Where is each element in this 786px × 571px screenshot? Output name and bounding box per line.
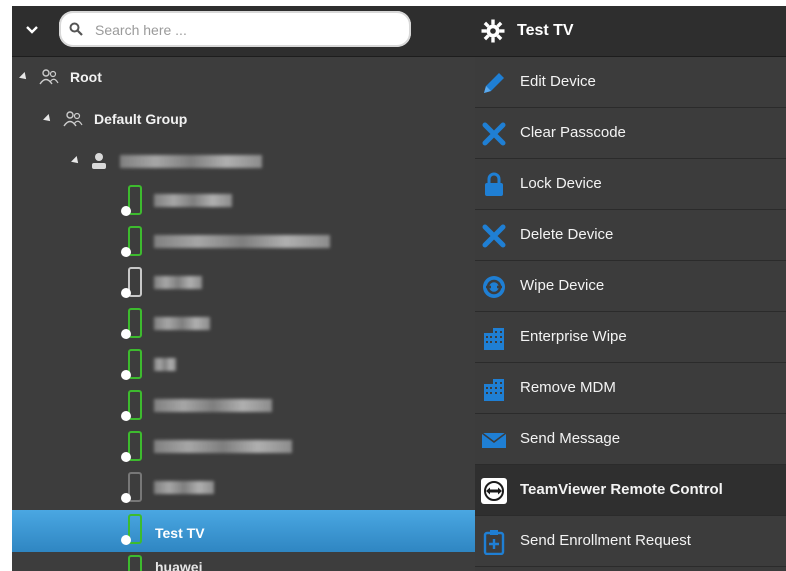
search-input[interactable] xyxy=(93,19,397,41)
group-icon xyxy=(63,111,83,127)
mdm-window: Root Default Group xyxy=(0,0,786,571)
action-label: Send Enrollment Request xyxy=(520,532,691,549)
wipe-icon xyxy=(483,276,505,298)
x-icon xyxy=(482,224,506,248)
device-row[interactable] xyxy=(120,266,360,306)
envelope-icon xyxy=(481,432,507,448)
action-label: Enterprise Wipe xyxy=(520,328,627,345)
action-label: Delete Device xyxy=(520,226,614,243)
actions-header: Test TV xyxy=(475,6,786,57)
android-device-icon xyxy=(121,349,142,380)
android-device-icon xyxy=(121,390,142,421)
teamviewer-remote-control-button[interactable]: TeamViewer Remote Control xyxy=(475,465,786,516)
device-icon xyxy=(121,267,142,298)
redacted-device-name xyxy=(154,235,330,248)
action-label: Edit Device xyxy=(520,73,596,90)
tree-label-root: Root xyxy=(70,69,102,85)
expand-triangle-icon[interactable] xyxy=(43,114,53,124)
panel-title: Test TV xyxy=(517,22,574,39)
action-label: Remove MDM xyxy=(520,379,616,396)
lock-device-button[interactable]: Lock Device xyxy=(475,159,786,210)
device-row-selected[interactable]: Test TV xyxy=(12,510,475,552)
search-box[interactable] xyxy=(59,11,411,47)
android-device-icon xyxy=(121,308,142,339)
redacted-device-name xyxy=(154,440,292,453)
redacted-device-name xyxy=(154,358,176,371)
enterprise-wipe-button[interactable]: Enterprise Wipe xyxy=(475,312,786,363)
tree-node-default-group[interactable]: Default Group xyxy=(43,105,188,133)
tree-toolbar xyxy=(12,6,475,57)
tree-label-default-group: Default Group xyxy=(94,111,188,127)
device-row[interactable] xyxy=(120,348,360,388)
device-row[interactable] xyxy=(120,389,360,429)
building-icon xyxy=(484,328,504,350)
redacted-device-name xyxy=(154,317,210,330)
delete-device-button[interactable]: Delete Device xyxy=(475,210,786,261)
redacted-device-name xyxy=(154,194,232,207)
tree-node-root[interactable]: Root xyxy=(19,63,102,91)
action-label: TeamViewer Remote Control xyxy=(520,481,723,498)
building-icon xyxy=(484,379,504,401)
expand-triangle-icon[interactable] xyxy=(71,156,81,166)
android-device-icon xyxy=(121,431,142,462)
device-row[interactable] xyxy=(120,184,360,224)
action-label: Wipe Device xyxy=(520,277,605,294)
action-label: Send Message xyxy=(520,430,621,447)
device-row[interactable] xyxy=(120,225,360,265)
redacted-device-name xyxy=(154,399,272,412)
android-device-icon xyxy=(121,514,142,545)
redacted-device-name xyxy=(154,481,214,494)
device-tree-pane: Root Default Group xyxy=(12,6,475,571)
android-device-icon xyxy=(121,226,142,257)
edit-device-button[interactable]: Edit Device xyxy=(475,57,786,108)
action-label: Clear Passcode xyxy=(520,124,626,141)
device-actions-pane: Test TV Edit Device Clear Passcode Lock … xyxy=(475,6,786,571)
clear-passcode-button[interactable]: Clear Passcode xyxy=(475,108,786,159)
tree-node-user[interactable] xyxy=(71,147,262,175)
lock-icon xyxy=(485,172,503,196)
redacted-user-name xyxy=(120,154,262,168)
device-row[interactable] xyxy=(120,307,360,347)
enrollment-icon xyxy=(483,530,505,555)
android-device-icon xyxy=(128,555,142,571)
device-label-test-tv: Test TV xyxy=(155,525,205,541)
gear-icon xyxy=(481,19,505,43)
device-row[interactable] xyxy=(120,471,360,511)
android-device-icon xyxy=(121,185,142,216)
user-icon xyxy=(92,153,106,169)
teamviewer-icon xyxy=(481,478,507,504)
device-icon xyxy=(121,472,142,503)
group-icon xyxy=(39,69,59,85)
device-label-partial[interactable]: huawei xyxy=(155,559,202,571)
remove-mdm-button[interactable]: Remove MDM xyxy=(475,363,786,414)
search-icon xyxy=(69,22,83,36)
x-icon xyxy=(482,122,506,146)
device-row[interactable] xyxy=(120,430,360,470)
expand-triangle-icon[interactable] xyxy=(19,72,29,82)
chevron-down-icon[interactable] xyxy=(22,20,42,40)
wipe-device-button[interactable]: Wipe Device xyxy=(475,261,786,312)
action-label: Lock Device xyxy=(520,175,602,192)
send-message-button[interactable]: Send Message xyxy=(475,414,786,465)
pencil-icon xyxy=(484,73,504,93)
redacted-device-name xyxy=(154,276,202,289)
send-enrollment-request-button[interactable]: Send Enrollment Request xyxy=(475,516,786,567)
